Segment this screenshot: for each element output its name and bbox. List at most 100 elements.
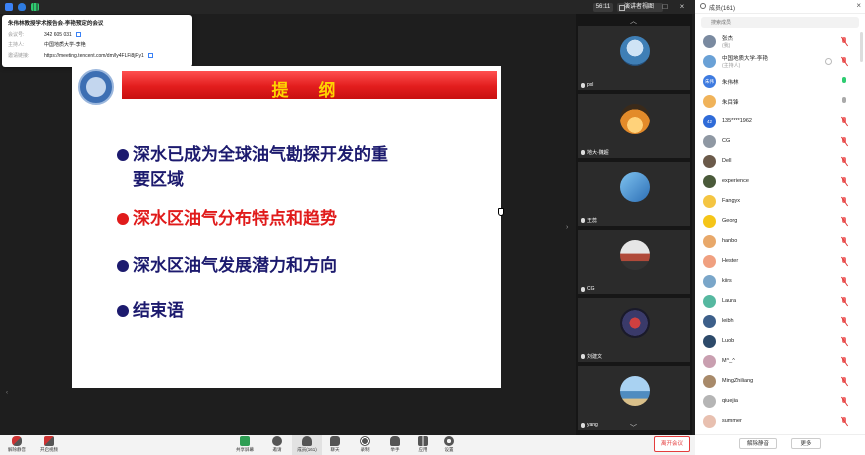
record-button[interactable]: 录制 bbox=[350, 435, 380, 455]
bullet-dot-icon bbox=[117, 305, 129, 317]
microphone-muted-icon[interactable] bbox=[841, 37, 847, 47]
member-list-item[interactable]: MingZhiliang bbox=[695, 372, 865, 392]
member-role: (我) bbox=[722, 43, 731, 49]
member-list-item[interactable]: Hester bbox=[695, 252, 865, 272]
share-screen-button[interactable]: 共享屏幕 bbox=[230, 435, 260, 455]
member-list-item[interactable]: 中国地质大学-李艳 (主持人) bbox=[695, 52, 865, 72]
invite-button[interactable]: 邀请 bbox=[262, 435, 292, 455]
member-list-item[interactable]: Laura bbox=[695, 292, 865, 312]
avatar bbox=[703, 415, 716, 428]
member-list-item[interactable]: qiuejia bbox=[695, 392, 865, 412]
left-scroll-arrow-icon[interactable]: ‹ bbox=[6, 390, 8, 396]
record-icon bbox=[360, 436, 370, 446]
video-tile[interactable]: CG bbox=[578, 230, 690, 294]
member-name: Luob bbox=[722, 338, 735, 344]
member-list-item[interactable]: Georg bbox=[695, 212, 865, 232]
more-button[interactable]: 更多 bbox=[791, 438, 821, 449]
microphone-muted-icon[interactable] bbox=[841, 337, 847, 347]
member-list-item[interactable]: experience bbox=[695, 172, 865, 192]
avatar bbox=[703, 335, 716, 348]
member-name: 朱伟林 bbox=[722, 80, 739, 86]
microphone-muted-icon[interactable] bbox=[841, 397, 847, 407]
member-list-item[interactable]: 朱目锋 bbox=[695, 92, 865, 112]
member-list-item[interactable]: kiirs bbox=[695, 272, 865, 292]
shield-icon[interactable] bbox=[18, 3, 26, 11]
member-search-input[interactable] bbox=[701, 17, 859, 28]
video-tile[interactable]: 刘建文 bbox=[578, 298, 690, 362]
bullet-dot-icon bbox=[117, 213, 129, 225]
microphone-muted-icon[interactable] bbox=[841, 257, 847, 267]
avatar bbox=[703, 55, 716, 68]
microphone-muted-icon[interactable] bbox=[841, 237, 847, 247]
microphone-muted-icon[interactable] bbox=[841, 297, 847, 307]
maximize-icon[interactable]: □ bbox=[659, 1, 671, 13]
microphone-muted-icon[interactable] bbox=[841, 317, 847, 327]
meeting-timer: 56:11 bbox=[593, 3, 613, 12]
close-icon[interactable]: × bbox=[676, 1, 688, 13]
copy-icon[interactable] bbox=[75, 32, 81, 38]
member-list-item[interactable]: CG bbox=[695, 132, 865, 152]
member-list-item[interactable]: Fangyx bbox=[695, 192, 865, 212]
signal-icon[interactable] bbox=[31, 3, 39, 11]
view-mode-dropdown[interactable]: 演讲者视图 bbox=[617, 3, 663, 12]
raise-hand-button[interactable]: 举手 bbox=[380, 435, 410, 455]
member-list-item[interactable]: leibh bbox=[695, 312, 865, 332]
scroll-down-icon[interactable]: ﹀ bbox=[630, 423, 637, 433]
microphone-muted-icon[interactable] bbox=[841, 177, 847, 187]
video-tile[interactable]: pxl bbox=[578, 26, 690, 90]
microphone-icon[interactable] bbox=[841, 97, 847, 107]
microphone-muted-icon bbox=[12, 436, 22, 446]
member-name: Hester bbox=[722, 258, 739, 264]
microphone-muted-icon[interactable] bbox=[841, 137, 847, 147]
slide-bullet-4: 结束语 bbox=[117, 299, 184, 324]
microphone-muted-icon[interactable] bbox=[841, 417, 847, 427]
settings-button[interactable]: 设置 bbox=[434, 435, 464, 455]
member-list-item[interactable]: 42 135****1962 bbox=[695, 112, 865, 132]
chat-icon bbox=[330, 436, 340, 446]
leave-meeting-button[interactable]: 离开会议 bbox=[654, 436, 690, 452]
unmute-button[interactable]: 解除静音 bbox=[2, 435, 32, 455]
member-list-item[interactable]: M^_^ bbox=[695, 352, 865, 372]
scroll-up-icon[interactable]: ︿ bbox=[630, 16, 637, 26]
invite-link[interactable]: https://meeting.tencent.com/dm/ly4FLFi8j… bbox=[44, 53, 144, 59]
video-tile[interactable]: 地大-魏超 bbox=[578, 94, 690, 158]
top-bar: 56:11 演讲者视图 – □ × bbox=[0, 0, 695, 14]
member-list-item[interactable]: Luob bbox=[695, 332, 865, 352]
gear-icon bbox=[444, 436, 454, 446]
chat-button[interactable]: 聊天 bbox=[320, 435, 350, 455]
start-video-button[interactable]: 开启视频 bbox=[34, 435, 64, 455]
invite-icon bbox=[272, 436, 282, 446]
microphone-muted-icon[interactable] bbox=[841, 117, 847, 127]
microphone-muted-icon[interactable] bbox=[841, 357, 847, 367]
microphone-icon[interactable] bbox=[841, 77, 847, 87]
microphone-muted-icon[interactable] bbox=[841, 157, 847, 167]
microphone-muted-icon[interactable] bbox=[841, 217, 847, 227]
close-icon[interactable]: × bbox=[856, 1, 861, 10]
microphone-muted-icon[interactable] bbox=[841, 57, 847, 67]
microphone-muted-icon[interactable] bbox=[841, 197, 847, 207]
member-list-item[interactable]: 朱伟 朱伟林 bbox=[695, 72, 865, 92]
member-name: MingZhiliang bbox=[722, 378, 754, 384]
member-name: 中国地质大学-李艳 bbox=[722, 56, 768, 62]
meeting-id-row: 会议号: 342 605 031 bbox=[8, 32, 81, 39]
member-list-item[interactable]: Dell bbox=[695, 152, 865, 172]
copy-icon[interactable] bbox=[147, 53, 153, 59]
meeting-info-icon[interactable] bbox=[5, 3, 13, 11]
member-name: Laura bbox=[722, 298, 737, 304]
member-list-item[interactable]: hanbo bbox=[695, 232, 865, 252]
university-logo bbox=[78, 69, 114, 105]
members-button[interactable]: 成员(161) bbox=[292, 435, 322, 455]
video-tile[interactable]: 王蕊 bbox=[578, 162, 690, 226]
member-name: Fangyx bbox=[722, 198, 741, 204]
unmute-all-button[interactable]: 解除静音 bbox=[739, 438, 777, 449]
strip-toggle-icon[interactable]: › bbox=[566, 224, 568, 231]
raise-hand-icon bbox=[390, 436, 400, 446]
microphone-muted-icon[interactable] bbox=[841, 277, 847, 287]
minimize-icon[interactable]: – bbox=[643, 1, 655, 13]
member-list-item[interactable]: 张杰 (我) bbox=[695, 32, 865, 52]
microphone-muted-icon[interactable] bbox=[841, 377, 847, 387]
video-tile[interactable]: yang bbox=[578, 366, 690, 430]
avatar bbox=[703, 375, 716, 388]
member-list-item[interactable]: summer bbox=[695, 412, 865, 432]
avatar bbox=[703, 255, 716, 268]
